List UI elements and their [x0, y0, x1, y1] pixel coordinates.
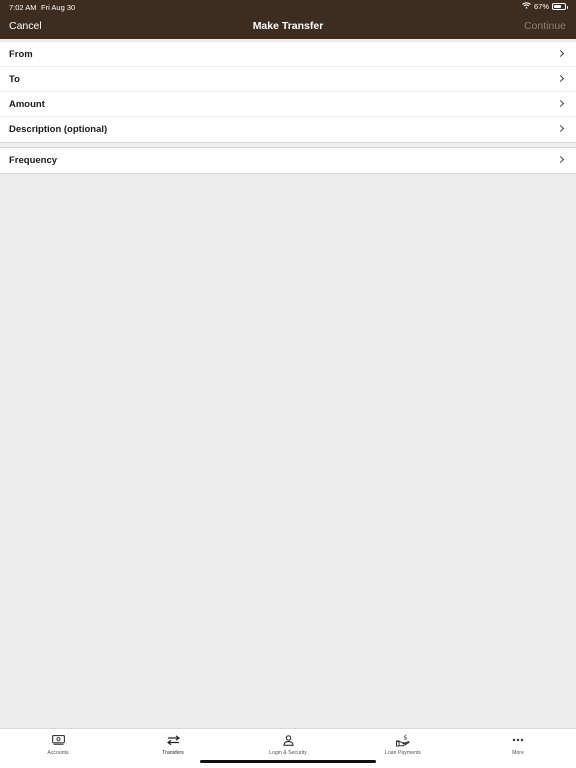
- frequency-group: Frequency: [0, 147, 576, 174]
- navigation-bar: Cancel Make Transfer Continue: [0, 14, 576, 39]
- chevron-right-icon: [556, 49, 565, 58]
- battery-percent: 67%: [533, 2, 549, 11]
- accounts-icon: [18, 733, 98, 747]
- svg-text:$: $: [404, 734, 408, 741]
- transfer-details-group: From To Amount Description (optional): [0, 42, 576, 143]
- tab-login-security[interactable]: Login & Security: [248, 733, 328, 756]
- loan-payment-icon: $: [363, 733, 443, 747]
- to-row[interactable]: To: [0, 67, 576, 92]
- status-time: 7:02 AM: [9, 3, 37, 12]
- description-row[interactable]: Description (optional): [0, 117, 576, 142]
- transfers-icon: [133, 733, 213, 747]
- chevron-right-icon: [556, 99, 565, 108]
- tab-loan-payments-label: Loan Payments: [384, 750, 422, 756]
- continue-button[interactable]: Continue: [524, 20, 566, 32]
- more-icon: [478, 733, 558, 747]
- frequency-label: Frequency: [9, 155, 58, 166]
- frequency-row[interactable]: Frequency: [0, 148, 576, 173]
- status-right: 67%: [522, 2, 568, 11]
- amount-label: Amount: [9, 99, 45, 110]
- home-indicator: [200, 760, 376, 763]
- chevron-right-icon: [556, 74, 565, 83]
- from-label: From: [9, 49, 33, 60]
- description-label: Description (optional): [9, 124, 108, 135]
- tab-loan-payments[interactable]: $ Loan Payments: [363, 733, 443, 756]
- tab-transfers-label: Transfers: [162, 750, 184, 756]
- tab-transfers[interactable]: Transfers: [133, 733, 213, 756]
- tab-accounts-label: Accounts: [47, 750, 69, 756]
- wifi-icon: [522, 2, 531, 11]
- amount-row[interactable]: Amount: [0, 92, 576, 117]
- to-label: To: [9, 74, 20, 85]
- tab-more-label: More: [512, 750, 524, 756]
- status-bar: 7:02 AM Fri Aug 30 67%: [0, 0, 576, 14]
- person-icon: [248, 733, 328, 747]
- chevron-right-icon: [556, 155, 565, 164]
- battery-icon: [552, 3, 568, 10]
- top-bar: 7:02 AM Fri Aug 30 67% Cancel Make Trans…: [0, 0, 576, 39]
- status-date: Fri Aug 30: [41, 3, 76, 12]
- page-title: Make Transfer: [252, 20, 324, 32]
- from-row[interactable]: From: [0, 42, 576, 67]
- tab-accounts[interactable]: Accounts: [18, 733, 98, 756]
- chevron-right-icon: [556, 124, 565, 133]
- tab-more[interactable]: More: [478, 733, 558, 756]
- tab-login-security-label: Login & Security: [269, 750, 307, 756]
